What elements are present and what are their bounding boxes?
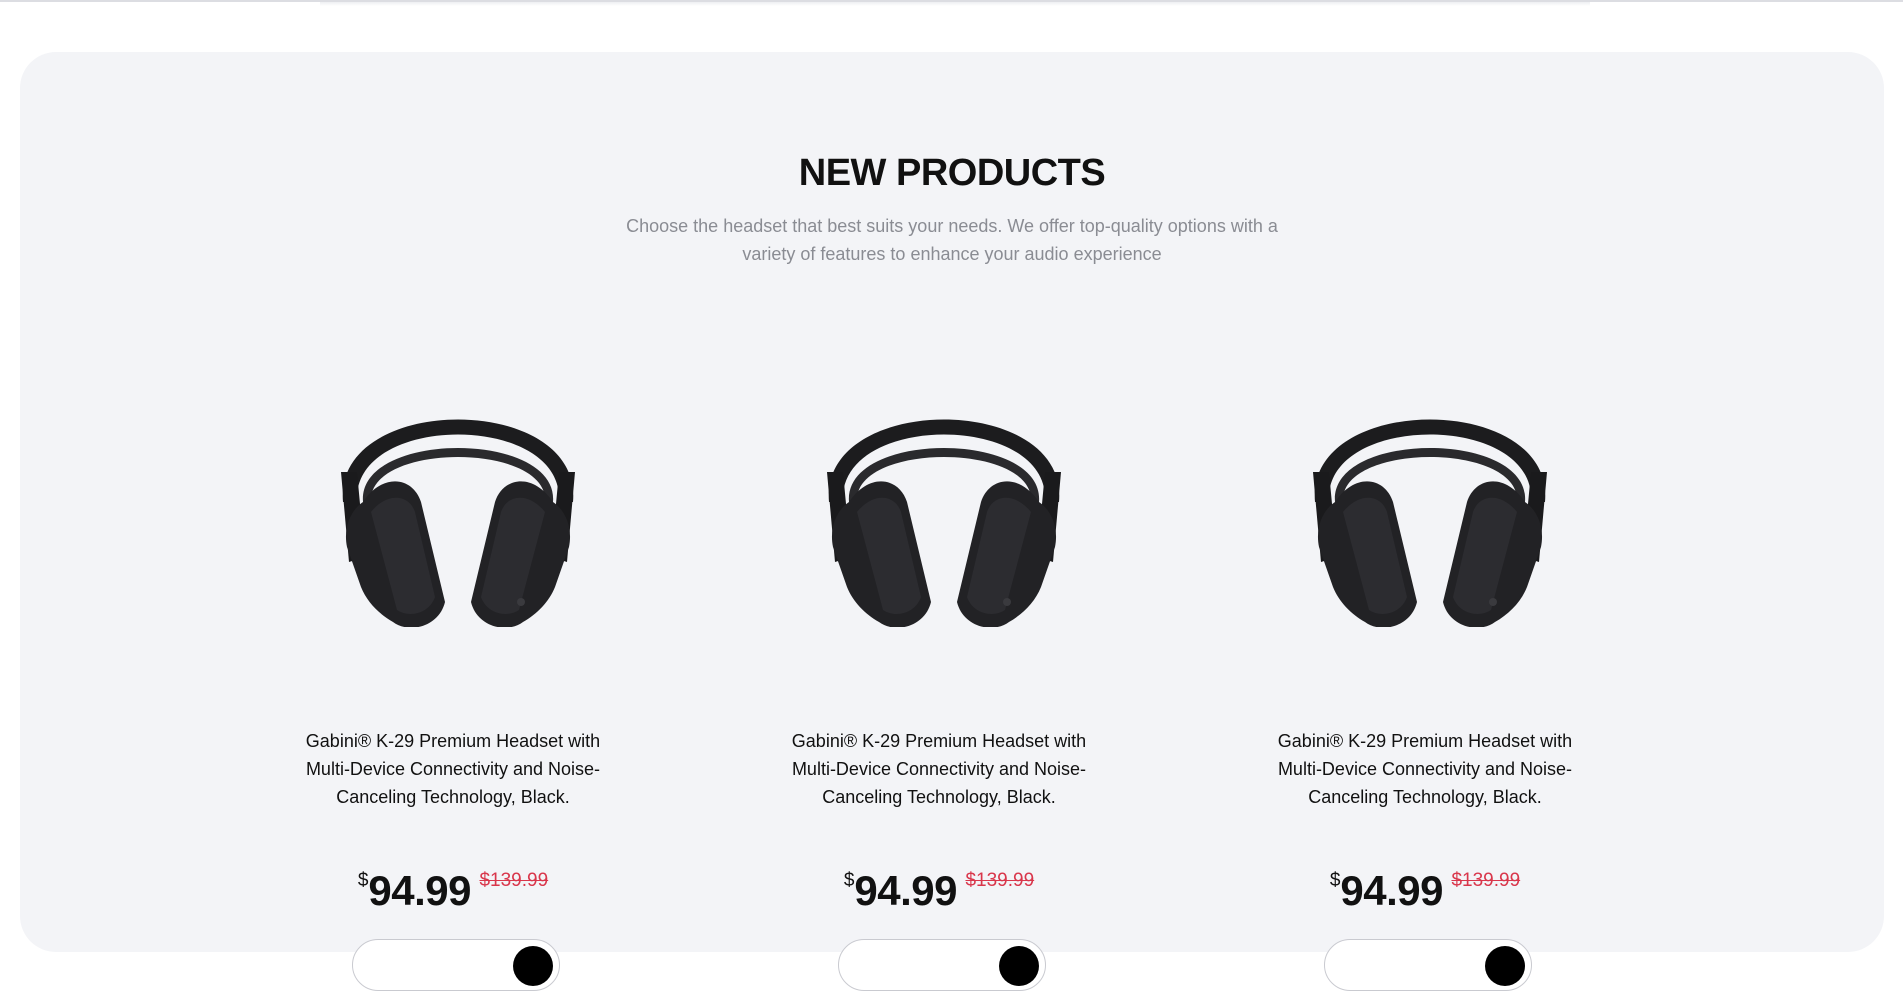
old-price: $139.99	[1451, 870, 1521, 891]
cart-icon[interactable]	[999, 946, 1039, 986]
headphones-image[interactable]	[323, 352, 593, 627]
product-title[interactable]: Gabini® K-29 Premium Headset with Multi-…	[774, 727, 1104, 811]
section-title: NEW PRODUCTS	[798, 152, 1106, 194]
price-row: $94.99 $139.99	[774, 866, 1104, 916]
price-row: $94.99 $139.99	[288, 866, 618, 916]
price-currency: $	[1329, 870, 1341, 891]
price-currency: $	[357, 870, 369, 891]
headphones-image[interactable]	[1295, 352, 1565, 627]
add-to-cart-button[interactable]	[352, 939, 560, 991]
headphones-image[interactable]	[809, 352, 1079, 627]
new-products-section: NEW PRODUCTS Choose the headset that bes…	[20, 52, 1884, 991]
product-title[interactable]: Gabini® K-29 Premium Headset with Multi-…	[1260, 727, 1590, 811]
cart-icon[interactable]	[1485, 946, 1525, 986]
old-price: $139.99	[965, 870, 1035, 891]
current-price: 94.99	[854, 867, 958, 914]
price-row: $94.99 $139.99	[1260, 866, 1590, 916]
price-currency: $	[843, 870, 855, 891]
current-price: 94.99	[1340, 867, 1444, 914]
old-price: $139.99	[479, 870, 549, 891]
header-shadow	[320, 2, 1590, 6]
section-subtitle: Choose the headset that best suits your …	[626, 216, 1278, 264]
cart-icon[interactable]	[513, 946, 553, 986]
product-title[interactable]: Gabini® K-29 Premium Headset with Multi-…	[288, 727, 618, 811]
add-to-cart-button[interactable]	[1324, 939, 1532, 991]
add-to-cart-button[interactable]	[838, 939, 1046, 991]
current-price: 94.99	[368, 867, 472, 914]
